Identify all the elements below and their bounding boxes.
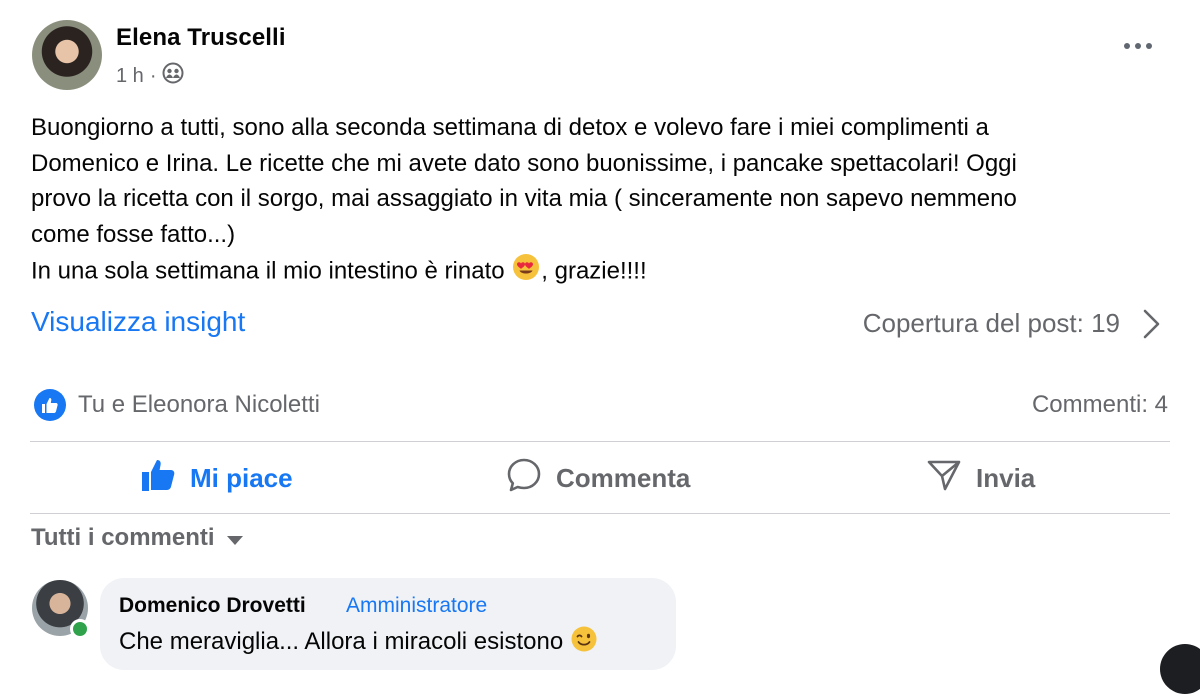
post-text-line: provo la ricetta con il sorgo, mai assag… [31, 185, 1017, 212]
scroll-corner-control[interactable] [1160, 644, 1200, 694]
comments-filter-label: Tutti i commenti [31, 524, 215, 551]
comment-author-name[interactable]: Domenico Drovetti [119, 594, 306, 618]
post-coverage[interactable]: Copertura del post: 19 [863, 308, 1120, 339]
comment-bubble-icon [506, 457, 542, 500]
post-text: Buongiorno a tutti, sono alla seconda se… [31, 110, 1171, 293]
online-status-icon [70, 619, 90, 639]
heart-eyes-emoji [511, 252, 541, 293]
reaction-names[interactable]: Tu e Eleonora Nicoletti [78, 391, 320, 419]
post-text-line: Buongiorno a tutti, sono alla seconda se… [31, 114, 989, 141]
admin-badge: Amministratore [346, 594, 488, 617]
comments-count[interactable]: Commenti: 4 [1032, 391, 1168, 419]
comments-filter-dropdown[interactable]: Tutti i commenti [31, 524, 243, 552]
meta-separator: · [149, 64, 157, 87]
comment-button[interactable]: Commenta [506, 458, 690, 498]
post-author-name[interactable]: Elena Truscelli [116, 24, 286, 52]
post-text-line: Domenico e Irina. Le ricette che mi avet… [31, 149, 1017, 177]
send-icon [926, 457, 962, 500]
comment-label: Commenta [556, 462, 691, 493]
like-reaction-icon[interactable] [34, 389, 66, 421]
post-meta: 1 h · [116, 62, 184, 90]
thumbs-up-icon [140, 457, 176, 500]
chevron-right-icon[interactable] [1140, 308, 1164, 340]
send-button[interactable]: Invia [926, 458, 1035, 498]
send-label: Invia [976, 462, 1036, 493]
friends-icon[interactable] [162, 62, 184, 90]
wink-emoji [570, 625, 598, 660]
more-options-icon[interactable] [1120, 36, 1156, 56]
divider [30, 441, 1170, 442]
post-text-last-line: In una sola settimana il mio intestino è… [31, 252, 1171, 293]
caret-down-icon [226, 535, 243, 545]
post-time[interactable]: 1 h [116, 65, 144, 88]
author-avatar[interactable] [32, 20, 102, 90]
view-insights-link[interactable]: Visualizza insight [31, 306, 245, 338]
divider [30, 513, 1170, 514]
like-label: Mi piace [190, 462, 293, 493]
comment-text: Che meraviglia... Allora i miracoli esis… [119, 625, 598, 660]
like-button[interactable]: Mi piace [140, 458, 293, 498]
post-text-line: come fosse fatto...) [31, 220, 236, 248]
